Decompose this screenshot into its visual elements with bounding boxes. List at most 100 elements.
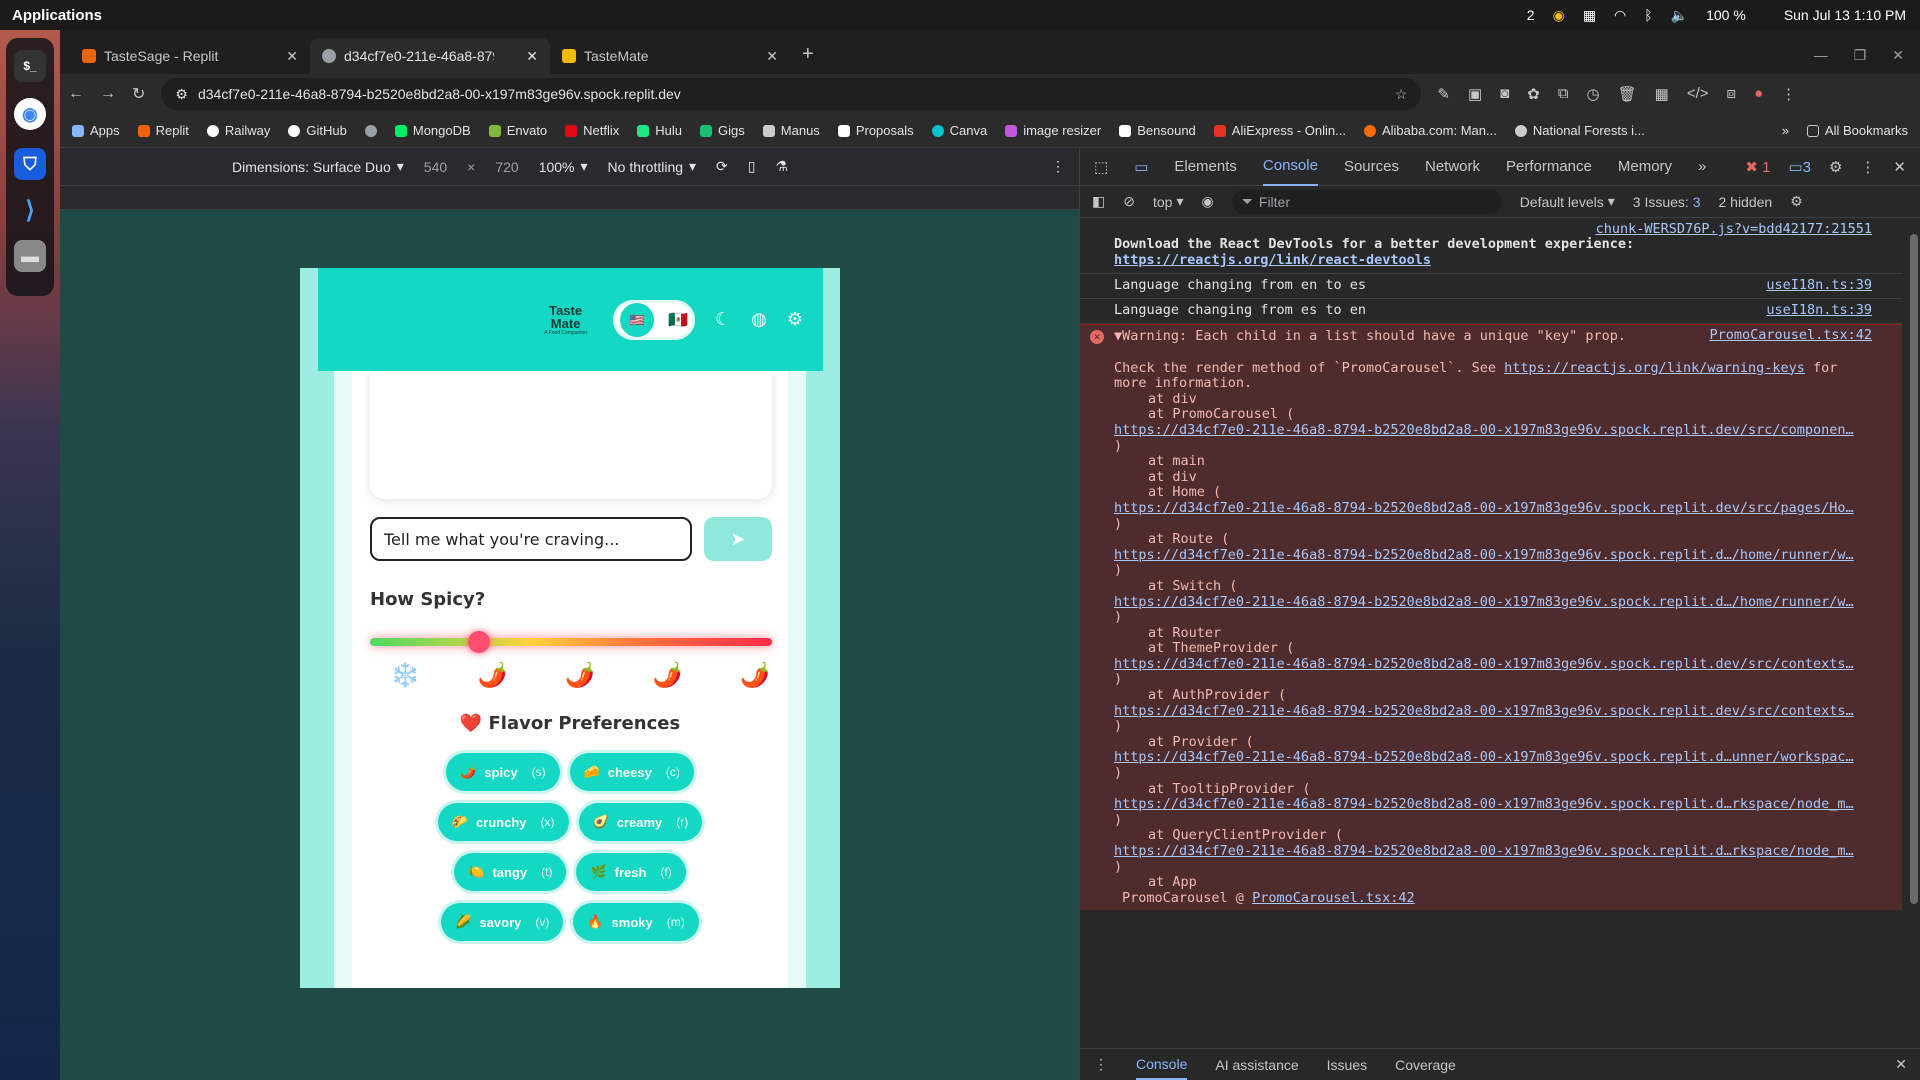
bookmark-item[interactable]: GitHub [288, 123, 347, 138]
forward-icon[interactable]: → [100, 85, 116, 103]
bookmark-item[interactable]: Canva [931, 123, 987, 138]
bookmark-item[interactable]: Netflix [565, 123, 619, 138]
close-window-icon[interactable]: ✕ [1892, 47, 1904, 64]
device-menu-icon[interactable]: ⋮ [1051, 158, 1079, 175]
width-input[interactable]: 540 [424, 159, 447, 175]
dimensions-select[interactable]: Dimensions: Surface Duo [232, 159, 391, 175]
palette-icon[interactable]: ◍ [751, 309, 767, 330]
bookmark-item[interactable]: MongoDB [394, 123, 471, 138]
stack-link[interactable]: https://d34cf7e0-211e-46a8-8794-b2520e8b… [1114, 750, 1872, 766]
bookmark-item[interactable]: Manus [762, 123, 820, 138]
stack-link[interactable]: https://d34cf7e0-211e-46a8-8794-b2520e8b… [1114, 844, 1872, 860]
pepper-icon[interactable]: 🌶️ [653, 661, 683, 690]
flavor-chip-crunchy[interactable]: 🌮 crunchy (x) [437, 803, 569, 841]
files-icon[interactable]: ▬ [14, 240, 46, 272]
bookmark-item[interactable]: Proposals [837, 123, 914, 138]
flavor-chip-tangy[interactable]: 🍋 tangy (t) [454, 853, 567, 891]
eye-icon[interactable]: ◉ [1201, 193, 1213, 210]
bookmark-item[interactable]: Hulu [637, 123, 682, 138]
battery-status[interactable]: 100 % [1706, 7, 1746, 23]
menu-kebab-icon[interactable]: ⋮ [1781, 85, 1796, 103]
slider-thumb[interactable] [467, 631, 490, 653]
bitwarden-icon[interactable]: ⛉ [14, 148, 46, 180]
stack-link[interactable]: https://d34cf7e0-211e-46a8-8794-b2520e8b… [1114, 548, 1872, 564]
issues-label[interactable]: 3 Issues: 3 [1633, 194, 1701, 210]
bookmark-item[interactable]: Railway [206, 123, 270, 138]
message-source-link[interactable]: useI18n.ts:39 [1766, 302, 1872, 318]
zoom-select[interactable]: 100% [539, 159, 575, 175]
minimize-icon[interactable]: — [1814, 47, 1828, 64]
flag-mx[interactable]: 🇲🇽 [668, 310, 688, 330]
clock[interactable]: Sun Jul 13 1:10 PM [1784, 7, 1906, 23]
tab-console[interactable]: Console [1262, 147, 1318, 186]
workspace-indicator[interactable]: 2 [1527, 7, 1535, 23]
settings-gear-icon[interactable]: ⚙ [787, 309, 803, 330]
stack-link[interactable]: https://d34cf7e0-211e-46a8-8794-b2520e8b… [1114, 423, 1872, 439]
tab-elements[interactable]: Elements [1174, 158, 1237, 175]
stack-link[interactable]: https://d34cf7e0-211e-46a8-8794-b2520e8b… [1114, 657, 1872, 673]
avatar[interactable]: ● [1754, 85, 1763, 103]
bookmark-item[interactable]: Gigs [700, 123, 745, 138]
pepper-icon[interactable]: 🌶️ [478, 661, 508, 690]
height-input[interactable]: 720 [495, 159, 518, 175]
tab-network[interactable]: Network [1425, 158, 1480, 175]
pepper-icon[interactable]: 🌶️ [565, 661, 595, 690]
bookmark-item[interactable]: Bensound [1119, 123, 1196, 138]
tab-current[interactable]: d34cf7e0-211e-46a8-8794-b2 ✕ [310, 38, 550, 74]
puzzle-icon[interactable]: ⧉ [1558, 85, 1569, 103]
message-link[interactable]: https://reactjs.org/link/react-devtools [1114, 252, 1872, 268]
close-devtools-icon[interactable]: ✕ [1893, 158, 1906, 176]
spice-slider[interactable] [370, 631, 772, 653]
wifi-icon[interactable]: ◠ [1614, 7, 1626, 24]
drawer-tab-ai-assistance[interactable]: AI assistance [1215, 1057, 1298, 1073]
trash-icon[interactable]: 🗑 [1618, 85, 1637, 103]
terminal-icon[interactable]: $_ [14, 50, 46, 82]
sidebar-toggle-icon[interactable]: ◧ [1092, 193, 1105, 210]
stack-link[interactable]: https://d34cf7e0-211e-46a8-8794-b2520e8b… [1114, 595, 1872, 611]
chrome-icon[interactable]: ◉ [14, 98, 46, 130]
settings-icon[interactable]: ⚙ [1829, 158, 1842, 176]
extension-icon[interactable]: ▣ [1468, 85, 1482, 103]
throttling-select[interactable]: No throttling [608, 159, 683, 175]
flavor-chip-spicy[interactable]: 🌶️ spicy (s) [446, 753, 560, 791]
extension-icon[interactable]: ✎ [1437, 85, 1450, 103]
sensors-icon[interactable]: ⚗ [776, 158, 789, 175]
bookmark-star-icon[interactable]: ☆ [1395, 86, 1408, 103]
message-source-link[interactable]: chunk-WERSD76P.js?v=bdd42177:21551 [1596, 221, 1872, 237]
address-bar[interactable]: ⚙ d34cf7e0-211e-46a8-8794-b2520e8bd2a8-0… [161, 78, 1422, 110]
close-tab-icon[interactable]: ✕ [766, 48, 778, 65]
new-tab-button[interactable]: + [790, 43, 826, 74]
error-source-link[interactable]: PromoCarousel.tsx:42 [1709, 327, 1872, 344]
language-toggle[interactable]: 🇺🇸 🇲🇽 [613, 299, 695, 340]
drawer-tab-console[interactable]: Console [1136, 1050, 1188, 1080]
more-tabs-icon[interactable]: » [1698, 158, 1706, 175]
tab-tastemate[interactable]: TasteMate ✕ [550, 38, 790, 74]
clear-console-icon[interactable]: ⊘ [1123, 193, 1135, 210]
inspect-icon[interactable]: ⬚ [1094, 158, 1108, 176]
tab-sources[interactable]: Sources [1344, 158, 1399, 175]
console-scrollbar[interactable] [1910, 234, 1918, 904]
devtools-menu-icon[interactable]: ⋮ [1860, 158, 1875, 176]
applications-menu[interactable]: Applications [0, 7, 102, 24]
extension-icon[interactable]: ✿ [1527, 85, 1540, 103]
pepper-icon[interactable]: 🌶️ [740, 661, 770, 690]
more-bookmarks-icon[interactable]: » [1782, 123, 1789, 138]
message-source-link[interactable]: useI18n.ts:39 [1766, 277, 1872, 293]
stack-link[interactable]: https://d34cf7e0-211e-46a8-8794-b2520e8b… [1114, 501, 1872, 517]
tab-performance[interactable]: Performance [1506, 158, 1592, 175]
history-icon[interactable]: ◷ [1587, 85, 1600, 103]
tastemate-logo[interactable]: Taste Mate A Food Companion [544, 304, 587, 336]
drawer-menu-icon[interactable]: ⋮ [1094, 1056, 1108, 1073]
vscode-icon[interactable]: ⟩ [14, 194, 46, 226]
context-select[interactable]: top [1153, 194, 1172, 210]
warning-keys-link[interactable]: https://reactjs.org/link/warning-keys [1504, 360, 1805, 376]
grid-icon[interactable]: ▦ [1655, 85, 1669, 103]
bookmark-item[interactable] [364, 124, 377, 137]
craving-input[interactable]: Tell me what you're craving... [370, 517, 692, 561]
bluetooth-icon[interactable]: ᛒ [1644, 7, 1652, 23]
search-panel-icon[interactable]: ⧈ [1727, 85, 1737, 103]
flavor-chip-cheesy[interactable]: 🧀 cheesy (c) [569, 753, 694, 791]
rotate-icon[interactable]: ⟳ [716, 158, 728, 175]
stack-link[interactable]: https://d34cf7e0-211e-46a8-8794-b2520e8b… [1114, 797, 1872, 813]
moon-icon[interactable]: ☾ [715, 309, 731, 330]
